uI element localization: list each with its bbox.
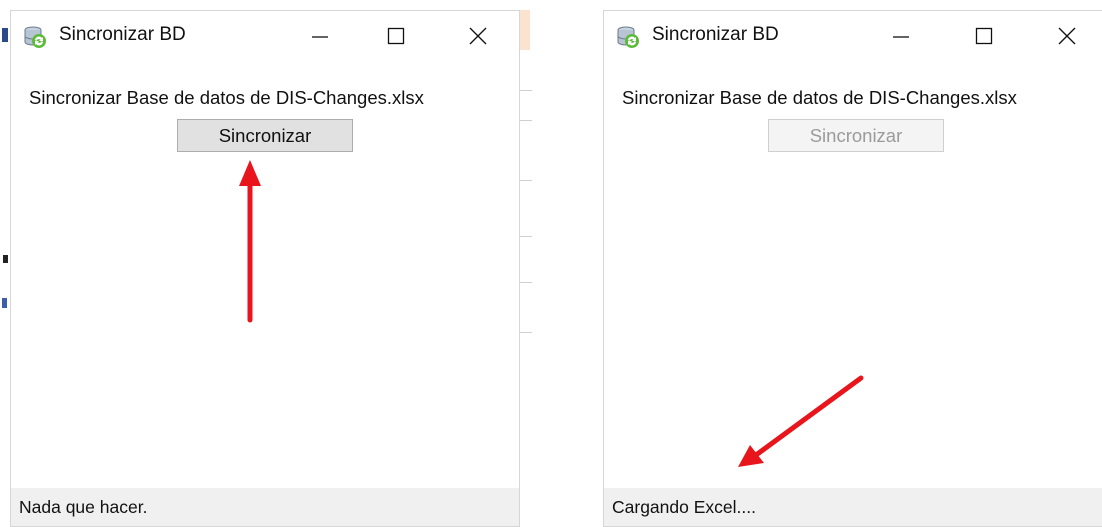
close-button[interactable] (443, 11, 513, 61)
status-bar: Nada que hacer. (11, 488, 519, 526)
status-bar: Cargando Excel.... (604, 488, 1102, 526)
minimize-icon (312, 36, 328, 38)
close-icon (1058, 27, 1076, 45)
maximize-button[interactable] (361, 11, 431, 61)
background-app-gridlines (520, 50, 532, 350)
window-title: Sincronizar BD (59, 24, 186, 45)
title-bar[interactable]: Sincronizar BD (11, 11, 519, 61)
sync-button-disabled[interactable]: Sincronizar (768, 119, 944, 152)
database-sync-icon (617, 26, 639, 48)
status-text: Cargando Excel.... (612, 496, 756, 517)
close-icon (469, 27, 487, 45)
minimize-button[interactable] (866, 11, 936, 61)
window-title: Sincronizar BD (652, 24, 779, 45)
minimize-icon (893, 36, 909, 38)
database-sync-icon (24, 26, 46, 48)
close-button[interactable] (1032, 11, 1102, 61)
maximize-icon (975, 27, 993, 45)
sync-prompt-label: Sincronizar Base de datos de DIS-Changes… (29, 87, 424, 108)
sync-prompt-label: Sincronizar Base de datos de DIS-Changes… (622, 87, 1017, 108)
minimize-button[interactable] (285, 11, 355, 61)
status-text: Nada que hacer. (19, 496, 148, 517)
sync-window-before: Sincronizar BD Sincronizar Base de datos… (10, 10, 520, 527)
maximize-icon (387, 27, 405, 45)
background-app-strip (520, 10, 530, 50)
sync-button[interactable]: Sincronizar (177, 119, 353, 152)
title-bar[interactable]: Sincronizar BD (604, 11, 1102, 61)
maximize-button[interactable] (949, 11, 1019, 61)
background-app-edge (0, 0, 10, 527)
sync-window-loading: Sincronizar BD Sincronizar Base de datos… (603, 10, 1102, 527)
